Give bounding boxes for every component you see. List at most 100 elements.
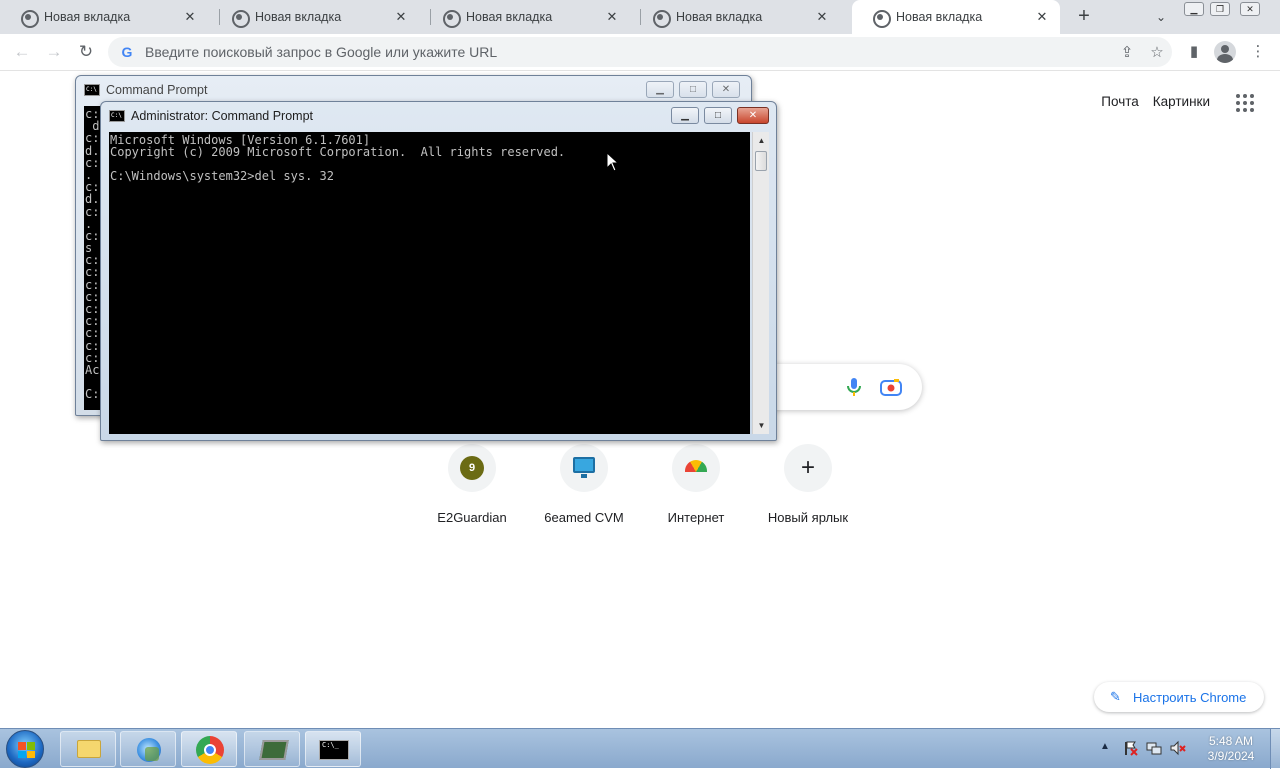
scroll-thumb[interactable] xyxy=(755,151,767,171)
scroll-down-icon[interactable]: ▼ xyxy=(753,417,770,434)
microphone-icon[interactable] xyxy=(846,377,862,397)
shortcut-tile[interactable]: 9 xyxy=(448,444,496,492)
mouse-cursor-icon xyxy=(607,153,619,172)
shortcut-6eamed-cvm[interactable]: 6eamed CVM xyxy=(528,444,640,525)
cmd-app-icon: C:\ xyxy=(109,110,125,122)
volume-muted-icon[interactable] xyxy=(1170,740,1186,756)
omnibox[interactable]: G Введите поисковый запрос в Google или … xyxy=(108,37,1172,67)
cmd-title: Administrator: Command Prompt xyxy=(131,109,314,123)
cmd-console[interactable]: Microsoft Windows [Version 6.1.7601] Cop… xyxy=(109,132,750,434)
tab-close-icon[interactable]: ✕ xyxy=(391,9,411,25)
windows-logo-icon xyxy=(18,742,35,758)
profile-avatar-icon[interactable] xyxy=(1214,41,1236,63)
folder-icon xyxy=(77,740,101,758)
cmd-close-icon[interactable]: ✕ xyxy=(737,107,769,124)
google-apps-icon[interactable] xyxy=(1236,94,1254,112)
cmd-app-icon: C:\ xyxy=(84,84,100,96)
pencil-icon: ✎ xyxy=(1110,689,1121,704)
scroll-up-icon[interactable]: ▲ xyxy=(753,132,770,149)
tab-strip: Новая вкладка ✕ Новая вкладка ✕ Новая вк… xyxy=(0,0,1280,34)
show-desktop-button[interactable] xyxy=(1270,729,1280,769)
images-link[interactable]: Картинки xyxy=(1153,94,1210,109)
shortcut-label: Интернет xyxy=(667,510,725,525)
plus-icon: + xyxy=(800,454,815,481)
tab-title: Новая вкладка xyxy=(44,10,131,24)
menu-kebab-icon[interactable]: ⋮ xyxy=(1246,40,1270,64)
customize-chrome-label: Настроить Chrome xyxy=(1133,689,1247,705)
chrome-favicon-icon xyxy=(442,9,461,28)
shortcut-e2guardian[interactable]: 9 E2Guardian xyxy=(416,444,528,525)
gmail-link[interactable]: Почта xyxy=(1101,94,1139,109)
tab-close-icon[interactable]: ✕ xyxy=(812,9,832,25)
clock-time: 5:48 AM xyxy=(1208,734,1254,748)
tab-close-icon[interactable]: ✕ xyxy=(1032,9,1052,25)
chrome-favicon-icon xyxy=(652,9,671,28)
circuit-board-icon xyxy=(259,740,289,760)
google-g-icon: G xyxy=(121,44,133,60)
taskbar-chrome[interactable] xyxy=(181,731,237,767)
taskbar-explorer[interactable] xyxy=(60,731,116,767)
google-lens-icon[interactable] xyxy=(880,378,902,396)
tab-4[interactable]: Новая вкладка ✕ xyxy=(632,0,840,34)
bookmark-star-icon[interactable]: ☆ xyxy=(1142,43,1172,61)
reload-icon[interactable]: ↻ xyxy=(74,40,98,64)
cmd-maximize-icon[interactable]: □ xyxy=(704,107,732,124)
cmd-minimize-icon[interactable]: ▁ xyxy=(671,107,699,124)
action-center-flag-icon[interactable] xyxy=(1122,740,1138,756)
shortcut-label: E2Guardian xyxy=(437,510,507,525)
tab-5-active[interactable]: Новая вкладка ✕ xyxy=(852,0,1060,34)
tab-close-icon[interactable]: ✕ xyxy=(180,9,200,25)
tab-title: Новая вкладка xyxy=(676,10,763,24)
shortcut-add-new[interactable]: + Новый ярлык xyxy=(752,444,864,525)
network-icon[interactable] xyxy=(1146,740,1162,756)
console-line: Copyright (c) 2009 Microsoft Corporation… xyxy=(110,145,566,159)
tab-close-icon[interactable]: ✕ xyxy=(602,9,622,25)
tab-title: Новая вкладка xyxy=(896,10,983,24)
windows-taskbar: C:\_ ▲ 5:48 AM 3/9/2024 xyxy=(0,728,1280,769)
side-panel-icon[interactable]: ▮ xyxy=(1182,40,1206,64)
taskbar-app-board[interactable] xyxy=(244,731,300,767)
back-arrow-icon[interactable]: ← xyxy=(10,40,34,64)
e2guardian-icon: 9 xyxy=(460,456,484,480)
shortcut-tile[interactable]: + xyxy=(784,444,832,492)
cmd-scrollbar[interactable]: ▲ ▼ xyxy=(752,132,769,434)
close-window-icon[interactable]: ✕ xyxy=(1240,2,1260,16)
tab-title: Новая вкладка xyxy=(466,10,553,24)
cmd-maximize-icon[interactable]: □ xyxy=(679,81,707,98)
shortcut-internet[interactable]: Интернет xyxy=(640,444,752,525)
cmd-window-administrator[interactable]: C:\ Administrator: Command Prompt ▁ □ ✕ … xyxy=(100,101,777,441)
tab-title: Новая вкладка xyxy=(255,10,342,24)
chrome-icon xyxy=(196,736,224,764)
share-icon[interactable]: ⇪ xyxy=(1112,43,1142,61)
tray-expand-icon[interactable]: ▲ xyxy=(1100,741,1110,752)
shortcut-tile[interactable] xyxy=(672,444,720,492)
new-tab-button[interactable]: + xyxy=(1072,5,1096,29)
restore-icon[interactable]: ❐ xyxy=(1210,2,1230,16)
cmd-icon: C:\_ xyxy=(319,740,349,760)
tab-2[interactable]: Новая вкладка ✕ xyxy=(211,0,419,34)
shortcut-tile[interactable] xyxy=(560,444,608,492)
customize-chrome-button[interactable]: ✎ Настроить Chrome xyxy=(1094,682,1264,712)
start-button[interactable] xyxy=(6,730,44,768)
console-input-line[interactable]: C:\Windows\system32>del sys. 32 xyxy=(110,170,749,182)
taskbar-clock[interactable]: 5:48 AM 3/9/2024 xyxy=(1196,734,1266,764)
chrome-favicon-icon xyxy=(872,9,891,28)
taskbar-internet-explorer[interactable] xyxy=(120,731,176,767)
tab-search-icon[interactable]: ⌄ xyxy=(1150,6,1172,28)
tab-1[interactable]: Новая вкладка ✕ xyxy=(0,0,208,34)
shortcut-label: Новый ярлык xyxy=(767,510,849,525)
cmd-close-icon[interactable]: ✕ xyxy=(712,81,740,98)
shortcut-label: 6eamed CVM xyxy=(544,510,624,525)
chrome-favicon-icon xyxy=(231,9,250,28)
internet-explorer-icon xyxy=(137,738,161,762)
cmd-title: Command Prompt xyxy=(106,83,208,97)
google-top-links: Почта Картинки xyxy=(1101,94,1210,109)
cmd-minimize-icon[interactable]: ▁ xyxy=(646,81,674,98)
omnibox-placeholder[interactable]: Введите поисковый запрос в Google или ук… xyxy=(145,44,1112,60)
taskbar-cmd[interactable]: C:\_ xyxy=(305,731,361,767)
rainbow-icon xyxy=(685,460,707,472)
tab-3[interactable]: Новая вкладка ✕ xyxy=(422,0,630,34)
minimize-icon[interactable]: ▁ xyxy=(1184,2,1204,16)
browser-toolbar: ← → ↻ G Введите поисковый запрос в Googl… xyxy=(0,34,1280,71)
forward-arrow-icon[interactable]: → xyxy=(42,40,66,64)
